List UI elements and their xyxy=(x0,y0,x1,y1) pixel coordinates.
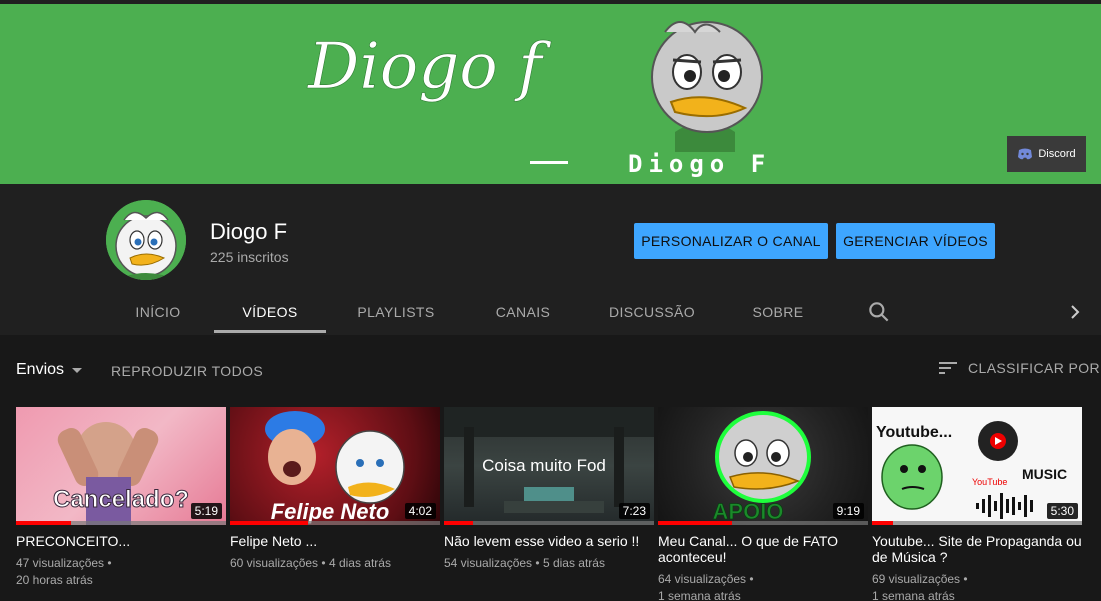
active-tab-indicator xyxy=(214,330,326,333)
youtube-channel-page: Diogo f Diogo F Discord Diogo F 225 insc… xyxy=(0,0,1101,601)
sort-icon xyxy=(939,362,957,374)
svg-text:YouTube: YouTube xyxy=(972,477,1007,487)
watch-progress-bar xyxy=(872,521,1082,525)
video-meta: 60 visualizações • 4 dias atrás xyxy=(230,555,440,572)
video-meta: 47 visualizações • 20 horas atrás xyxy=(16,555,226,589)
video-title[interactable]: Não levem esse video a serio !! xyxy=(444,533,654,549)
uploads-dropdown[interactable]: Envios xyxy=(16,361,84,379)
watch-progress-bar xyxy=(658,521,868,525)
banner-name-text: Diogo F xyxy=(628,150,772,178)
video-views: 69 visualizações • xyxy=(872,572,968,586)
video-meta: 64 visualizações • 1 semana atrás xyxy=(658,571,868,601)
svg-text:MUSIC: MUSIC xyxy=(1022,466,1067,482)
channel-header: Diogo F 225 inscritos PERSONALIZAR O CAN… xyxy=(0,184,1101,335)
video-title[interactable]: Youtube... Site de Propaganda ou de Músi… xyxy=(872,533,1082,565)
banner-script-logo: Diogo f xyxy=(307,30,553,105)
video-age: 4 dias atrás xyxy=(328,556,391,570)
sort-label: CLASSIFICAR POR xyxy=(968,360,1101,376)
channel-name: Diogo F xyxy=(210,219,288,244)
video-card[interactable]: Felipe Neto 4:02 Felipe Neto ... 60 visu… xyxy=(230,407,440,572)
video-grid: Cancelado? 5:19 PRECONCEITO... 47 visual… xyxy=(16,407,1086,601)
avatar[interactable] xyxy=(106,200,186,280)
video-views: 60 visualizações • xyxy=(230,556,326,570)
video-card[interactable]: APOIO 9:19 Meu Canal... O que de FATO ac… xyxy=(658,407,868,601)
video-age: 1 semana atrás xyxy=(658,589,741,601)
svg-text:Cancelado?: Cancelado? xyxy=(53,486,189,513)
channel-tabs: INÍCIO VÍDEOS PLAYLISTS CANAIS DISCUSSÃO… xyxy=(0,289,1101,335)
video-card[interactable]: Youtube... YouTube MUSIC 5:30 Youtube...… xyxy=(872,407,1082,601)
manage-videos-button[interactable]: GERENCIAR VÍDEOS xyxy=(836,223,995,259)
discord-link-button[interactable]: Discord xyxy=(1007,136,1086,172)
tab-home[interactable]: INÍCIO xyxy=(110,289,206,335)
sort-by-button[interactable]: CLASSIFICAR POR xyxy=(938,360,1100,376)
video-age: 5 dias atrás xyxy=(542,556,605,570)
tab-videos[interactable]: VÍDEOS xyxy=(214,289,326,335)
banner-dash xyxy=(530,161,568,164)
tab-playlists[interactable]: PLAYLISTS xyxy=(340,289,452,335)
uploads-toolbar: Envios REPRODUZIR TODOS CLASSIFICAR POR xyxy=(0,335,1101,405)
watch-progress-bar xyxy=(444,521,654,525)
video-views: 47 visualizações • xyxy=(16,556,112,570)
svg-text:Youtube...: Youtube... xyxy=(876,424,952,441)
duck-avatar-icon xyxy=(106,200,186,280)
video-duration: 4:02 xyxy=(404,503,436,519)
watch-progress-bar xyxy=(230,521,440,525)
video-title[interactable]: PRECONCEITO... xyxy=(16,533,226,549)
video-age: 20 horas atrás xyxy=(16,573,93,587)
video-thumbnail[interactable]: APOIO 9:19 xyxy=(658,407,868,525)
uploads-label: Envios xyxy=(16,361,65,378)
video-meta: 54 visualizações • 5 dias atrás xyxy=(444,555,654,572)
subscriber-count: 225 inscritos xyxy=(210,249,289,265)
video-title[interactable]: Meu Canal... O que de FATO aconteceu! xyxy=(658,533,868,565)
video-duration: 7:23 xyxy=(618,503,650,519)
svg-text:Coisa muito Fod: Coisa muito Fod xyxy=(482,456,606,475)
caret-down-icon xyxy=(72,368,83,373)
discord-label: Discord xyxy=(1038,148,1076,160)
search-icon[interactable] xyxy=(866,299,892,325)
video-thumbnail[interactable]: Coisa muito Fod 7:23 xyxy=(444,407,654,525)
video-age: 1 semana atrás xyxy=(872,589,955,601)
video-thumbnail[interactable]: Cancelado? 5:19 xyxy=(16,407,226,525)
video-duration: 5:19 xyxy=(190,503,222,519)
video-duration: 5:30 xyxy=(1046,503,1078,519)
customize-channel-button[interactable]: PERSONALIZAR O CANAL xyxy=(634,223,828,259)
tab-discussion[interactable]: DISCUSSÃO xyxy=(596,289,708,335)
video-card[interactable]: Coisa muito Fod 7:23 Não levem esse vide… xyxy=(444,407,654,572)
video-thumbnail[interactable]: Felipe Neto 4:02 xyxy=(230,407,440,525)
duck-mascot-icon xyxy=(651,21,763,152)
video-card[interactable]: Cancelado? 5:19 PRECONCEITO... 47 visual… xyxy=(16,407,226,589)
video-duration: 9:19 xyxy=(832,503,864,519)
video-views: 64 visualizações • xyxy=(658,572,754,586)
video-title[interactable]: Felipe Neto ... xyxy=(230,533,440,549)
play-all-button[interactable]: REPRODUZIR TODOS xyxy=(111,363,263,379)
tab-about[interactable]: SOBRE xyxy=(726,289,830,335)
tab-channels[interactable]: CANAIS xyxy=(470,289,576,335)
discord-icon xyxy=(1018,148,1033,160)
video-thumbnail[interactable]: Youtube... YouTube MUSIC 5:30 xyxy=(872,407,1082,525)
svg-text:Diogo f: Diogo f xyxy=(307,30,552,104)
chevron-right-icon[interactable] xyxy=(1064,299,1086,325)
video-meta: 69 visualizações • 1 semana atrás xyxy=(872,571,1082,601)
watch-progress-bar xyxy=(16,521,226,525)
video-views: 54 visualizações • xyxy=(444,556,540,570)
channel-banner: Diogo f Diogo F Discord xyxy=(0,4,1101,184)
